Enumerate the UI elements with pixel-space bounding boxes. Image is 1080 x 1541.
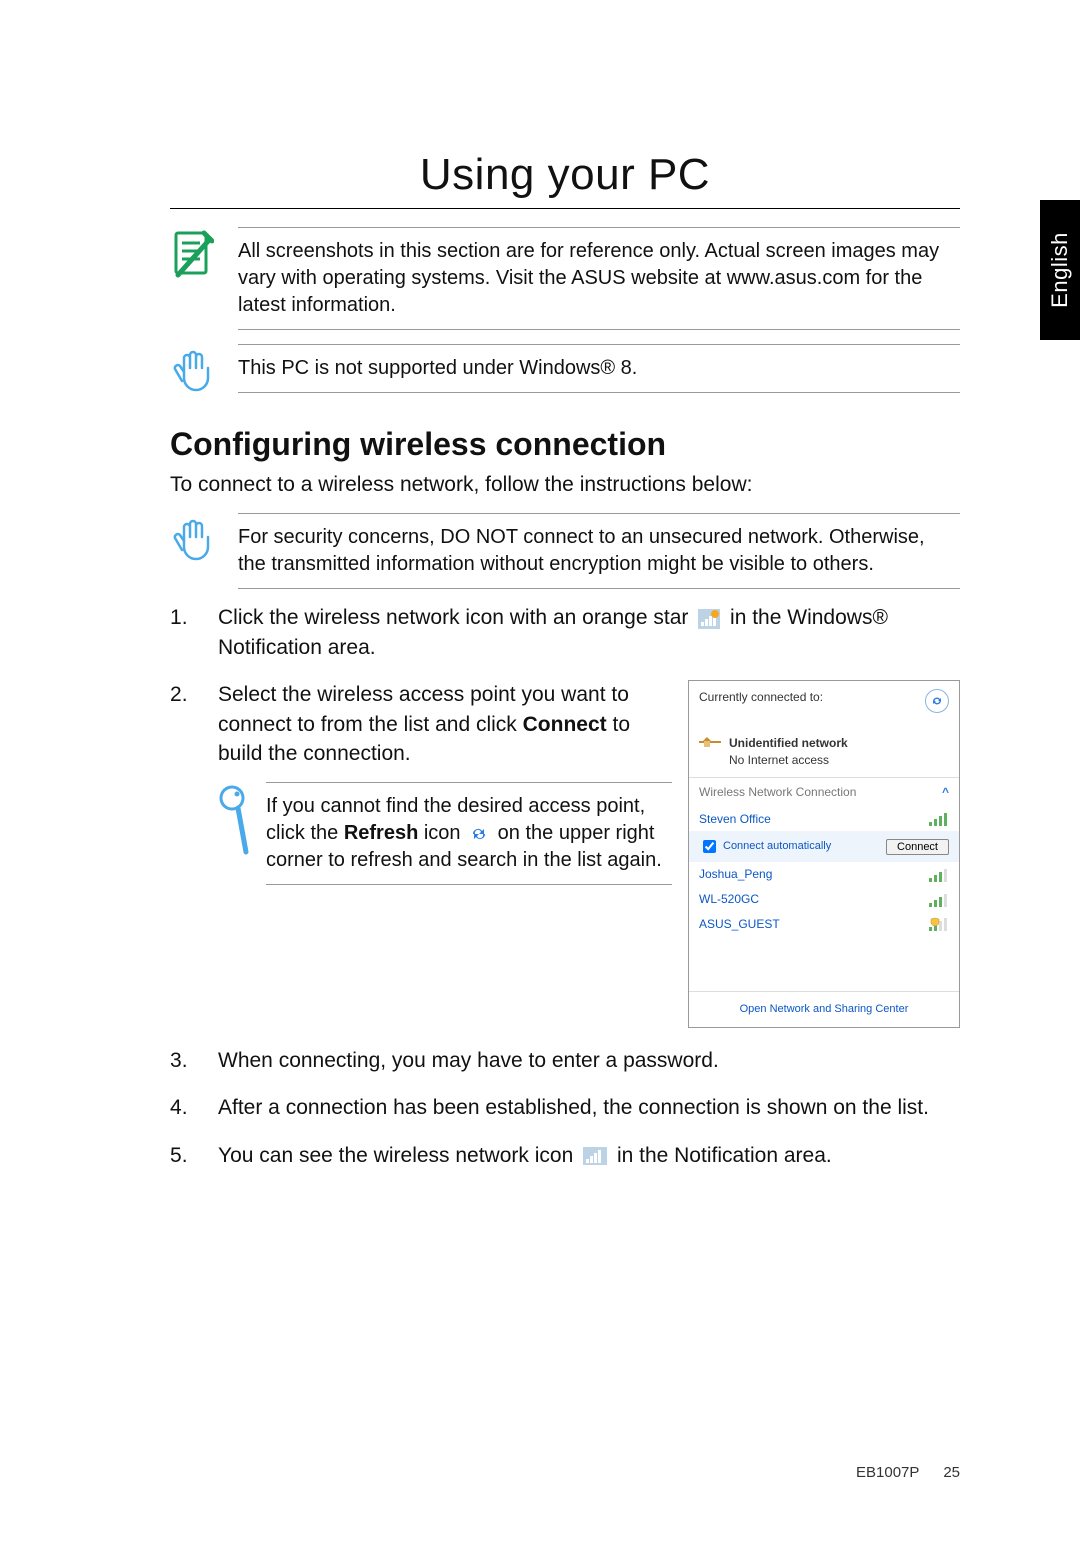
step-text: You can see the wireless network icon <box>218 1144 579 1167</box>
section-heading-wireless: Configuring wireless connection <box>170 426 960 463</box>
network-name: Joshua_Peng <box>699 866 772 883</box>
connect-auto-label: Connect automatically <box>723 839 831 854</box>
wireless-bars-icon <box>583 1147 607 1165</box>
step-text: Click the wireless network icon with an … <box>218 606 694 629</box>
connect-auto-input[interactable] <box>703 840 716 853</box>
note-security-warning: For security concerns, DO NOT connect to… <box>170 513 960 589</box>
unidentified-network-label: Unidentified network <box>729 735 848 752</box>
note-text: All screenshots in this section are for … <box>238 227 960 330</box>
step-5: You can see the wireless network icon in… <box>170 1141 960 1170</box>
no-internet-label: No Internet access <box>729 752 848 769</box>
tip-text: If you cannot find the desired access po… <box>266 782 672 885</box>
network-item[interactable]: ASUS_GUEST <box>689 912 959 937</box>
step-1: Click the wireless network icon with an … <box>170 603 960 662</box>
wireless-connection-label: Wireless Network Connection <box>699 784 856 801</box>
refresh-button[interactable] <box>925 689 949 713</box>
network-item[interactable]: WL-520GC <box>689 887 959 912</box>
network-name: Steven Office <box>699 811 771 828</box>
connect-button[interactable]: Connect <box>886 839 949 855</box>
wireless-star-icon <box>698 609 720 629</box>
page-footer: EB1007P 25 <box>856 1464 960 1481</box>
currently-connected-label: Currently connected to: <box>699 689 823 706</box>
step-2: Select the wireless access point you wan… <box>170 680 960 1028</box>
note-windows8-unsupported: This PC is not supported under Windows® … <box>170 344 960 398</box>
connect-auto-checkbox[interactable]: Connect automatically <box>699 837 831 856</box>
note-icon <box>170 229 214 281</box>
footer-page-number: 25 <box>943 1464 960 1481</box>
signal-strength-icon <box>929 868 949 882</box>
note-text: This PC is not supported under Windows® … <box>238 344 960 393</box>
language-label: English <box>1047 232 1073 308</box>
language-thumb-tab: English <box>1040 200 1080 340</box>
footer-model: EB1007P <box>856 1464 919 1481</box>
open-network-center-link[interactable]: Open Network and Sharing Center <box>689 992 959 1027</box>
signal-strength-icon <box>929 893 949 907</box>
refresh-arrows-icon <box>470 827 488 841</box>
network-item[interactable]: Joshua_Peng <box>689 862 959 887</box>
signal-strength-icon <box>929 812 949 826</box>
wifi-flyout-screenshot: Currently connected to: Unidentified net… <box>688 680 960 1028</box>
tip-refresh: If you cannot find the desired access po… <box>218 782 672 885</box>
network-name: ASUS_GUEST <box>699 916 780 933</box>
step-emph: Connect <box>523 713 607 736</box>
hand-stop-icon <box>170 515 214 567</box>
step-4: After a connection has been established,… <box>170 1093 960 1122</box>
note-text: For security concerns, DO NOT connect to… <box>238 513 960 589</box>
network-home-icon <box>699 735 721 751</box>
step-text: in the Notification area. <box>617 1144 832 1167</box>
network-item[interactable]: Steven Office <box>689 807 959 832</box>
signal-shield-icon <box>929 917 949 931</box>
step-3: When connecting, you may have to enter a… <box>170 1046 960 1075</box>
note-reference-screenshots: All screenshots in this section are for … <box>170 227 960 330</box>
network-name: WL-520GC <box>699 891 759 908</box>
magnifier-icon <box>218 784 252 856</box>
chevron-up-icon[interactable]: ^ <box>942 784 949 801</box>
hand-stop-icon <box>170 346 214 398</box>
chapter-title: Using your PC <box>170 60 960 209</box>
network-item-selected: Connect automatically Connect <box>689 831 959 862</box>
section-intro: To connect to a wireless network, follow… <box>170 471 960 499</box>
